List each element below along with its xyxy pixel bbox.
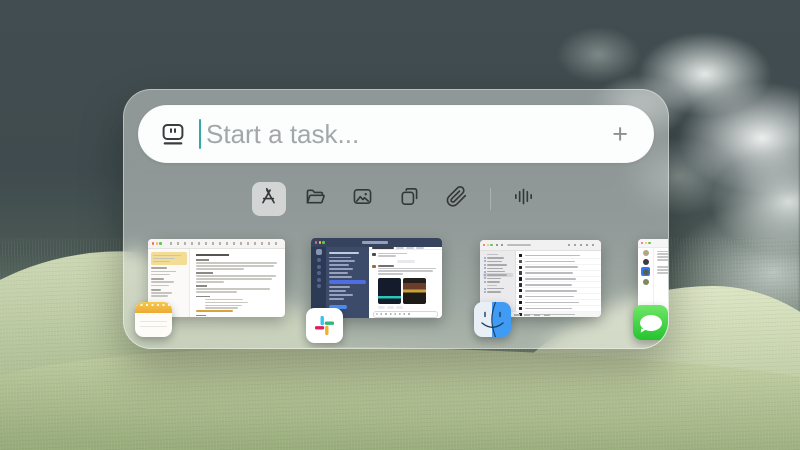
divider [489,188,491,210]
waveform-icon [512,185,535,213]
apps-filter-button[interactable] [251,182,286,216]
images-filter-button[interactable] [346,182,380,216]
attachments-filter-button[interactable] [440,182,474,216]
paperclip-icon [445,185,468,213]
messages-app-icon[interactable] [633,305,668,340]
text-caret [199,119,201,149]
task-input[interactable] [204,104,609,164]
notes-app-icon[interactable] [135,302,172,337]
messages-titlebar [638,239,668,248]
app-store-icon [257,185,280,213]
copy-icon [398,185,421,213]
slack-window-thumbnail[interactable] [311,238,442,318]
image-icon [351,185,374,213]
finder-app-icon[interactable] [474,302,511,337]
attachment-type-bar [124,182,668,216]
speech-bubble [639,314,662,331]
task-search-bar[interactable]: + [138,104,654,164]
documents-filter-button[interactable] [393,182,427,216]
task-launcher-panel: + [123,89,669,349]
slack-titlebar [311,238,442,247]
folder-icon [304,185,327,213]
finder-toolbar [480,240,601,251]
voice-input-button[interactable] [507,182,541,216]
slack-app-icon[interactable] [306,308,343,343]
files-filter-button[interactable] [299,182,333,216]
prompt-robot-icon [160,121,186,147]
add-task-button[interactable]: + [608,120,632,148]
notes-toolbar [148,239,285,249]
